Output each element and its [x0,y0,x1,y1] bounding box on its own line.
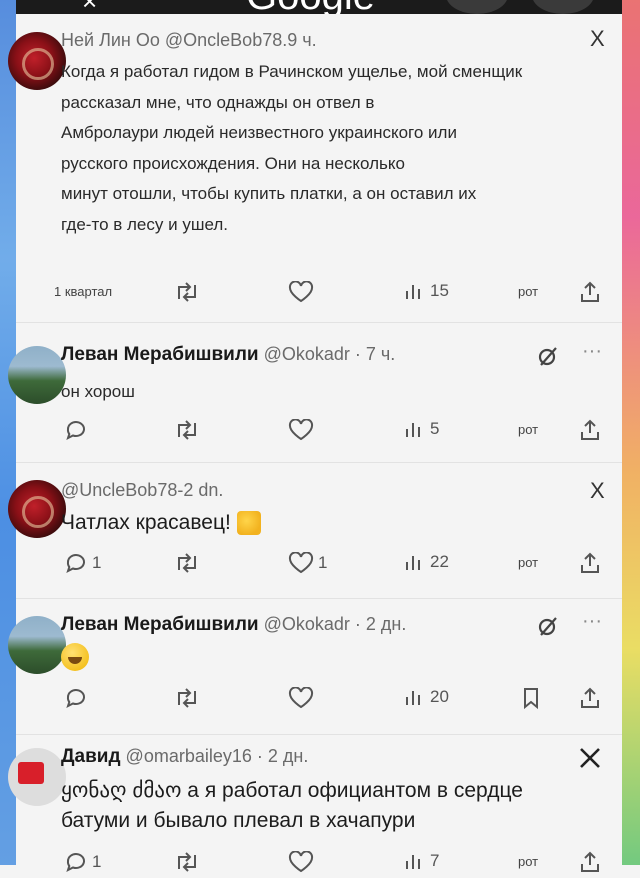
like-icon [288,552,314,574]
like-icon[interactable] [288,851,314,873]
tweet-text: Чатлах красавец! [61,508,261,538]
retweet-icon[interactable] [174,552,200,574]
like-icon[interactable] [288,419,314,441]
reply-icon [66,853,85,872]
avatar[interactable] [8,32,66,90]
share-icon[interactable] [578,551,602,575]
grok-icon[interactable] [536,344,560,368]
views-stat[interactable]: 15 [404,281,449,301]
brand-logo: Google [246,0,375,14]
tweet-3: @UncleBob78-2 dn. X Чатлах красавец! 1 1… [8,470,622,600]
avatar[interactable] [8,480,66,538]
retweet-icon[interactable] [174,281,200,303]
views-icon [406,556,420,570]
smile-emoji [61,643,89,671]
more-options-icon[interactable]: ··· [582,610,602,633]
like-button[interactable]: 1 [288,552,327,574]
divider [16,322,622,323]
views-stat[interactable]: 5 [404,419,439,439]
top-bar: × Google [16,0,622,14]
left-gradient-edge [0,0,16,865]
retweet-icon[interactable] [174,419,200,441]
tweet-header: Леван Мерабишвили @Okokadr · 7 ч. [61,344,395,366]
divider [16,734,622,735]
tweet-header: Леван Мерабишвили @Okokadr · 2 дн. [61,614,406,636]
avatar[interactable] [8,616,66,674]
tweet-5: Давид @omarbailey16 · 2 дн. ყონაღ ძმაო а… [8,738,622,873]
bookmark-label[interactable]: рот [518,854,538,869]
reply-icon[interactable] [64,686,88,710]
author-handle: @Okokadr · 2 дн. [263,614,407,634]
retweet-icon[interactable] [174,687,200,709]
tweet-header: @UncleBob78-2 dn. [61,480,224,500]
tweet-4: Леван Мерабишвили @Okokadr · 2 дн. ··· 2… [8,604,622,734]
reply-icon [66,554,85,573]
author-name: Давид [61,746,121,767]
reply-label[interactable]: 1 квартал [54,284,112,299]
retweet-icon[interactable] [174,851,200,873]
tweet-header: Ней Лин Оо @OncleBob78.9 ч. [61,30,317,50]
views-stat[interactable]: 20 [404,687,449,707]
more-options-icon[interactable]: ··· [582,340,602,363]
tweet-text: ყონაღ ძმაო а я работал официантом в серд… [61,779,523,832]
tweet-1: Ней Лин Оо @OncleBob78.9 ч. X Когда я ра… [8,20,622,340]
dismiss-button[interactable]: X [590,478,605,504]
grok-icon[interactable] [536,614,560,638]
right-gradient-edge [622,0,640,865]
tweet-actions: 5 рот [56,416,622,446]
tweet-actions: 1 квартал 15 рот [54,278,622,308]
views-icon [406,691,420,705]
views-icon [406,285,420,299]
lens-icon[interactable] [446,0,508,14]
reply-icon[interactable] [64,418,88,442]
tweet-actions: 1 1 22 рот [56,549,622,579]
bookmark-label[interactable]: рот [518,555,538,570]
author-handle: @omarbailey16 · 2 дн. [125,746,309,766]
author-name: Леван Мерабишвили [61,614,259,635]
avatar[interactable] [8,748,66,806]
dismiss-button[interactable]: X [590,26,605,52]
like-icon[interactable] [288,687,314,709]
reply-button[interactable]: 1 [64,551,101,575]
tweet-text: он хорош [61,382,135,401]
author-handle: @Okokadr · 7 ч. [263,344,396,364]
bookmark-label[interactable]: рот [518,422,538,437]
like-icon[interactable] [288,281,314,303]
divider [16,598,622,599]
thumbs-up-emoji [236,511,261,536]
share-icon[interactable] [578,280,602,304]
avatar[interactable] [8,346,66,404]
share-icon[interactable] [578,418,602,442]
tweet-2: Леван Мерабишвили @Okokadr · 7 ч. ··· он… [8,334,622,464]
tweet-actions: 1 7 рот [56,848,622,878]
bookmark-label[interactable]: рот [518,284,538,299]
close-icon[interactable]: × [82,0,97,14]
tweet-text: Когда я работал гидом в Рачинском ущелье… [61,62,523,234]
tweet-actions: 20 [56,684,622,714]
views-stat[interactable]: 7 [404,851,439,871]
tweet-header: Давид @omarbailey16 · 2 дн. [61,746,308,768]
share-icon[interactable] [578,850,602,874]
x-logo-icon [578,746,602,770]
more-menu-icon[interactable] [532,0,594,14]
author-name: Леван Мерабишвили [61,344,259,365]
views-icon [406,855,420,869]
divider [16,462,622,463]
share-icon[interactable] [578,686,602,710]
reply-button[interactable]: 1 [64,850,101,874]
views-icon [406,423,420,437]
views-stat[interactable]: 22 [404,552,449,572]
bookmark-icon[interactable] [520,686,542,710]
